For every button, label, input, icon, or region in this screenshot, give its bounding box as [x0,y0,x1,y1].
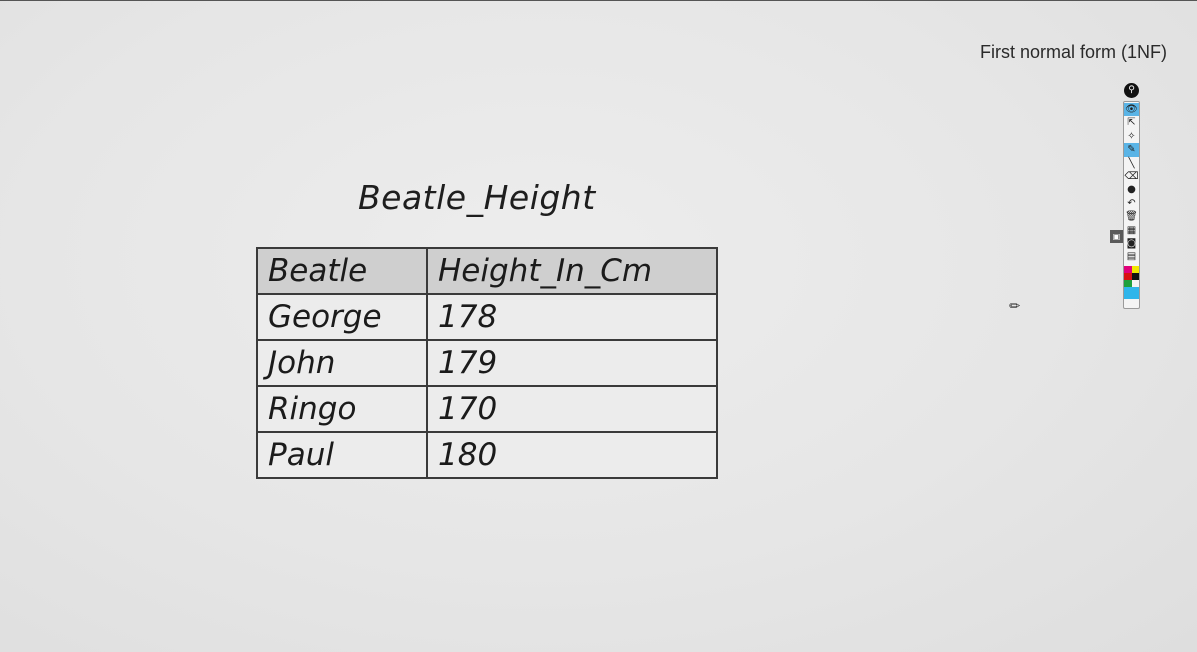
color-swatch[interactable] [1124,286,1139,299]
cell-beatle: Ringo [256,385,428,433]
color-swatch[interactable] [1131,265,1139,273]
video-title: First normal form (1NF) [980,42,1168,62]
pen-icon[interactable]: ✎ [1124,143,1139,157]
pencil-cursor-icon: ✎ [1006,297,1025,316]
cell-height: 170 [426,385,718,433]
cell-beatle: Paul [256,431,428,479]
clipboard-icon[interactable]: ▤ [1124,250,1139,263]
undo-icon[interactable]: ↶ [1124,197,1139,210]
cell-height: 180 [426,431,718,479]
beatle-height-table: Beatle Height_In_Cm George 178 John 179 … [256,247,718,479]
whiteboard-icon[interactable]: ▦ [1124,224,1139,237]
annotation-toolbar: 👁 ⇱ ✧ ✎ ╲ ⌫ ● ↶ 🗑 ▦ ◙ ▤ [1123,101,1140,309]
eraser-icon[interactable]: ⌫ [1124,170,1139,183]
table-row: Ringo 170 [256,385,718,433]
pin-icon[interactable]: ⚲ [1124,83,1139,98]
top-border [0,0,1197,1]
cell-height: 179 [426,339,718,387]
cell-beatle: George [256,293,428,341]
column-header-height: Height_In_Cm [426,247,718,295]
line-icon[interactable]: ╲ [1124,157,1139,170]
laser-pointer-icon[interactable]: ✧ [1124,130,1139,143]
column-header-beatle: Beatle [256,247,428,295]
select-arrow-icon[interactable]: ⇱ [1124,116,1139,129]
color-swatch[interactable] [1124,279,1132,287]
trash-icon[interactable]: 🗑 [1124,210,1139,223]
table-title: Beatle_Height [358,178,596,217]
table-header-row: Beatle Height_In_Cm [256,247,718,295]
table-row: John 179 [256,339,718,387]
cell-beatle: John [256,339,428,387]
eye-icon[interactable]: 👁 [1124,103,1139,117]
camera-icon[interactable]: ◙ [1124,237,1139,250]
dot-icon[interactable]: ● [1124,183,1139,196]
color-swatch[interactable] [1124,265,1132,273]
color-swatch[interactable] [1131,272,1139,280]
color-swatch[interactable] [1124,272,1132,280]
cell-height: 178 [426,293,718,341]
color-palette [1124,265,1139,299]
table-row: George 178 [256,293,718,341]
screen-icon[interactable]: ▣ [1110,230,1123,243]
table-row: Paul 180 [256,431,718,479]
